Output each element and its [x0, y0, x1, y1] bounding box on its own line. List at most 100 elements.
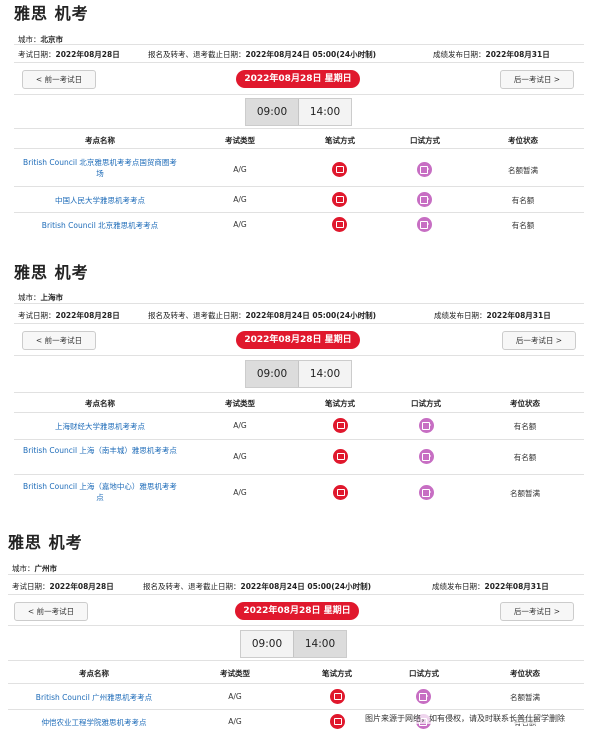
header-venue: 考点名称: [85, 399, 115, 408]
prev-exam-day-button[interactable]: < 前一考试日: [22, 331, 96, 350]
time-tab-0900[interactable]: 09:00: [246, 99, 299, 125]
time-tab-1400[interactable]: 14:00: [294, 631, 346, 657]
deadline-label: 报名及转考、退考截止日期：: [143, 582, 241, 591]
seat-status: 有名额: [513, 453, 537, 462]
section-shanghai: 雅思 机考 城市：上海市 考试日期：2022年08月28日 报名及转考、退考截止…: [0, 256, 589, 516]
venue-link[interactable]: 中国人民大学雅思机考考点: [20, 195, 180, 206]
seat-status: 有名额: [511, 221, 535, 230]
venue-link[interactable]: 上海财经大学雅思机考考点: [20, 421, 180, 432]
deadline-value: 2022年08月24日 05:00(24小时制): [245, 50, 377, 59]
date-pill: 2022年08月28日 星期日: [236, 70, 360, 88]
result-date: 成绩发布日期：2022年08月31日: [434, 310, 551, 321]
deadline: 报名及转考、退考截止日期：2022年08月24日 05:00(24小时制): [143, 581, 371, 592]
result-date: 成绩发布日期：2022年08月31日: [433, 49, 550, 60]
result-date-label: 成绩发布日期：: [434, 311, 487, 320]
divider: [8, 709, 584, 710]
divider: [14, 355, 584, 356]
next-exam-day-button[interactable]: 后一考试日 >: [500, 602, 574, 621]
exam-type: A/G: [233, 220, 247, 229]
computer-icon: [333, 485, 348, 500]
time-tabs: 09:00 14:00: [245, 98, 352, 126]
city-value: 上海市: [40, 293, 64, 302]
seat-status: 有名额: [511, 196, 535, 205]
exam-type: A/G: [233, 421, 247, 430]
computer-icon: [332, 192, 347, 207]
computer-icon: [333, 418, 348, 433]
deadline-value: 2022年08月24日 05:00(24小时制): [245, 311, 377, 320]
city-label: 城市：: [18, 293, 41, 302]
divider: [14, 148, 584, 149]
exam-type: A/G: [233, 165, 247, 174]
deadline: 报名及转考、退考截止日期：2022年08月24日 05:00(24小时制): [148, 49, 376, 60]
next-exam-day-button[interactable]: 后一考试日 >: [500, 70, 574, 89]
computer-icon: [333, 449, 348, 464]
header-venue: 考点名称: [85, 136, 115, 145]
exam-date: 考试日期：2022年08月28日: [18, 310, 120, 321]
date-pill: 2022年08月28日 星期日: [235, 602, 359, 620]
header-oral: 口试方式: [410, 136, 440, 145]
seat-status: 名额暂满: [510, 693, 540, 702]
section-title: 雅思 机考: [14, 4, 89, 23]
venue-link[interactable]: British Council 广州雅思机考考点: [14, 692, 174, 703]
exam-date: 考试日期：2022年08月28日: [12, 581, 114, 592]
prev-exam-day-button[interactable]: < 前一考试日: [22, 70, 96, 89]
time-tab-0900[interactable]: 09:00: [241, 631, 294, 657]
prev-exam-day-button[interactable]: < 前一考试日: [14, 602, 88, 621]
header-written: 笔试方式: [325, 136, 355, 145]
next-exam-day-button[interactable]: 后一考试日 >: [502, 331, 576, 350]
exam-date-label: 考试日期：: [18, 311, 56, 320]
time-tab-1400[interactable]: 14:00: [299, 99, 351, 125]
exam-date-value: 2022年08月28日: [55, 311, 120, 320]
seat-status: 有名额: [513, 422, 537, 431]
header-oral: 口试方式: [411, 399, 441, 408]
divider: [14, 439, 584, 440]
computer-icon: [332, 162, 347, 177]
header-venue: 考点名称: [79, 669, 109, 678]
venue-link[interactable]: 仲恺农业工程学院雅思机考考点: [14, 717, 174, 728]
venue-link[interactable]: British Council 上海（嘉地中心）雅思机考考点: [20, 481, 180, 503]
venue-link[interactable]: British Council 北京雅思机考考点: [20, 220, 180, 231]
header-type: 考试类型: [220, 669, 250, 678]
exam-date: 考试日期：2022年08月28日: [18, 49, 120, 60]
exam-date-label: 考试日期：: [12, 582, 50, 591]
result-date-label: 成绩发布日期：: [432, 582, 485, 591]
divider: [14, 412, 584, 413]
time-tabs: 09:00 14:00: [245, 360, 352, 388]
time-tab-1400[interactable]: 14:00: [299, 361, 351, 387]
divider: [14, 212, 584, 213]
computer-icon: [330, 689, 345, 704]
header-status: 考位状态: [510, 399, 540, 408]
divider: [8, 683, 584, 684]
image-source-watermark: 图片来源于网络，如有侵权，请及时联系长普仕留学删除: [365, 713, 565, 724]
venue-link[interactable]: British Council 北京雅思机考考点国贸商圈考场: [20, 157, 180, 179]
time-tab-0900[interactable]: 09:00: [246, 361, 299, 387]
result-date: 成绩发布日期：2022年08月31日: [432, 581, 549, 592]
time-tabs: 09:00 14:00: [240, 630, 347, 658]
result-date-value: 2022年08月31日: [486, 311, 551, 320]
exam-type: A/G: [233, 488, 247, 497]
divider: [14, 94, 584, 95]
divider: [14, 392, 584, 393]
seat-status: 名额暂满: [508, 166, 538, 175]
city-label: 城市：: [12, 564, 35, 573]
exam-type: A/G: [233, 195, 247, 204]
divider: [14, 474, 584, 475]
header-type: 考试类型: [225, 399, 255, 408]
deadline-value: 2022年08月24日 05:00(24小时制): [240, 582, 372, 591]
exam-date-value: 2022年08月28日: [49, 582, 114, 591]
city-value: 广州市: [34, 564, 58, 573]
divider: [14, 186, 584, 187]
video-icon: [417, 162, 432, 177]
divider: [14, 44, 584, 45]
computer-icon: [330, 714, 345, 729]
result-date-value: 2022年08月31日: [485, 50, 550, 59]
header-oral: 口试方式: [409, 669, 439, 678]
header-status: 考位状态: [508, 136, 538, 145]
exam-date-value: 2022年08月28日: [55, 50, 120, 59]
header-status: 考位状态: [510, 669, 540, 678]
city-value: 北京市: [40, 35, 64, 44]
venue-link[interactable]: British Council 上海（南丰城）雅思机考考点: [20, 445, 180, 456]
divider: [14, 128, 584, 129]
divider: [8, 594, 584, 595]
section-guangzhou: 雅思 机考 城市：广州市 考试日期：2022年08月28日 报名及转考、退考截止…: [0, 526, 589, 731]
